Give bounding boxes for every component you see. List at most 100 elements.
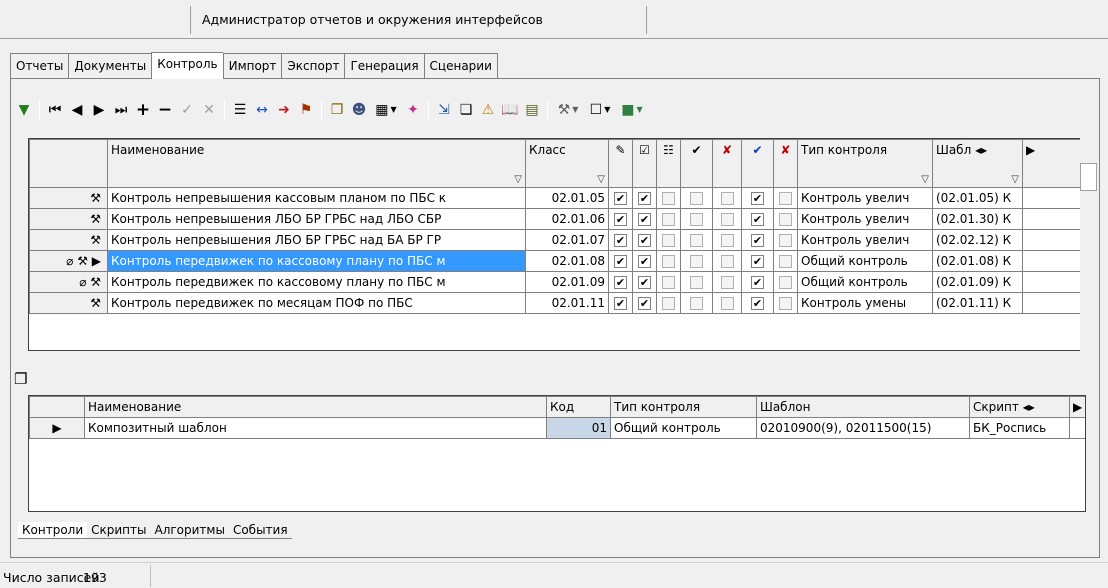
- table-row[interactable]: ⌀ ⚒ ▶ Контроль передвижек по кассовому пл…: [29, 250, 1085, 272]
- unchecked-checkbox[interactable]: [690, 234, 703, 247]
- tab-events[interactable]: События: [228, 522, 292, 539]
- table-row[interactable]: ⚒ Контроль передвижек по месяцам ПОФ по П…: [29, 292, 1085, 314]
- tab-controls[interactable]: Контроли: [18, 522, 88, 539]
- cell-type[interactable]: Общий контроль: [797, 271, 933, 293]
- unchecked-checkbox[interactable]: [779, 234, 792, 247]
- cell-name[interactable]: Контроль передвижек по кассовому плану п…: [107, 250, 526, 272]
- checked-checkbox[interactable]: ✔: [614, 234, 627, 247]
- column-header-class[interactable]: Класс ▽: [525, 139, 609, 188]
- add-record-icon[interactable]: +: [132, 99, 154, 121]
- vertical-scrollbar-thumb[interactable]: [1080, 163, 1097, 191]
- tab-scripts[interactable]: Скрипты: [87, 522, 151, 539]
- link-icon[interactable]: ↔: [251, 99, 273, 121]
- cell-template[interactable]: (02.01.11) К: [932, 292, 1023, 314]
- column-header-template[interactable]: Шабл ◂▸ ▽: [932, 139, 1023, 188]
- tab-scenarios[interactable]: Сценарии: [423, 53, 498, 78]
- puzzle-icon[interactable]: ✦: [402, 99, 424, 121]
- unchecked-checkbox[interactable]: [690, 192, 703, 205]
- unchecked-checkbox[interactable]: [779, 297, 792, 310]
- unchecked-checkbox[interactable]: [662, 255, 675, 268]
- unchecked-checkbox[interactable]: [662, 297, 675, 310]
- unchecked-checkbox[interactable]: [779, 255, 792, 268]
- cell-name[interactable]: Контроль передвижек по месяцам ПОФ по ПБ…: [107, 292, 526, 314]
- cell-name[interactable]: Контроль непревышения кассовым планом по…: [107, 187, 526, 209]
- table-row[interactable]: ▶ Композитный шаблон 01 Общий контроль 0…: [29, 417, 1085, 439]
- unchecked-checkbox[interactable]: [779, 276, 792, 289]
- checked-checkbox[interactable]: ✔: [638, 276, 651, 289]
- column-header-list-icon[interactable]: ☷: [656, 139, 681, 188]
- cell-class[interactable]: 02.01.06: [525, 208, 609, 230]
- cell-class[interactable]: 02.01.05: [525, 187, 609, 209]
- filter-funnel-icon[interactable]: ▽: [1011, 174, 1019, 185]
- cell-name[interactable]: Контроль передвижек по кассовому плану п…: [107, 271, 526, 293]
- tab-export[interactable]: Экспорт: [281, 53, 345, 78]
- cell-class[interactable]: 02.01.07: [525, 229, 609, 251]
- scroll-right-icon[interactable]: ▸: [981, 143, 987, 157]
- copy-icon[interactable]: ❐: [326, 99, 348, 121]
- cell-name[interactable]: Контроль непревышения ЛБО БР ГРБС над БА…: [107, 229, 526, 251]
- last-record-icon[interactable]: ⏭: [110, 99, 132, 121]
- column-header-edit-icon[interactable]: ✎: [608, 139, 633, 188]
- table-row[interactable]: ⚒ Контроль непревышения кассовым планом п…: [29, 187, 1085, 209]
- filter-funnel-icon[interactable]: ▽: [597, 174, 605, 185]
- header-arrow-icon[interactable]: ▶: [1069, 396, 1085, 418]
- cell-code[interactable]: 01: [546, 417, 611, 439]
- unchecked-checkbox[interactable]: [720, 297, 734, 310]
- table-row[interactable]: ⌀ ⚒ Контроль передвижек по кассовому план…: [29, 271, 1085, 293]
- unchecked-checkbox[interactable]: [690, 276, 703, 289]
- checked-checkbox[interactable]: ✔: [751, 255, 764, 268]
- unchecked-checkbox[interactable]: [720, 276, 734, 289]
- unchecked-checkbox[interactable]: [720, 234, 734, 247]
- header-arrow-icon[interactable]: ▶: [1022, 139, 1085, 188]
- edit-record-icon[interactable]: ✓: [176, 99, 198, 121]
- unchecked-checkbox[interactable]: [720, 213, 734, 226]
- checked-checkbox[interactable]: ✔: [638, 192, 651, 205]
- filter-funnel-icon[interactable]: ▽: [514, 174, 522, 185]
- cell-type[interactable]: Контроль увелич: [797, 187, 933, 209]
- checked-checkbox[interactable]: ✔: [614, 192, 627, 205]
- unchecked-checkbox[interactable]: [690, 255, 703, 268]
- tab-algorithms[interactable]: Алгоритмы: [150, 522, 229, 539]
- book-icon[interactable]: 📖: [499, 99, 521, 121]
- unchecked-checkbox[interactable]: [779, 192, 792, 205]
- cell-type[interactable]: Общий контроль: [797, 250, 933, 272]
- table-row[interactable]: ⚒ Контроль непревышения ЛБО БР ГРБС над Б…: [29, 229, 1085, 251]
- tab-documents[interactable]: Документы: [68, 53, 152, 78]
- unchecked-checkbox[interactable]: [662, 213, 675, 226]
- column-header-script[interactable]: Скрипт ◂▸: [969, 396, 1070, 418]
- unchecked-checkbox[interactable]: [720, 192, 734, 205]
- delete-record-icon[interactable]: −: [154, 99, 176, 121]
- unchecked-checkbox[interactable]: [690, 297, 703, 310]
- warning-icon[interactable]: ⚠: [477, 99, 499, 121]
- column-header-type[interactable]: Тип контроля ▽: [797, 139, 933, 188]
- column-header-name[interactable]: Наименование: [84, 396, 547, 418]
- checked-checkbox[interactable]: ✔: [751, 297, 764, 310]
- checked-checkbox[interactable]: ✔: [614, 276, 627, 289]
- column-header-checkbox-icon[interactable]: ☑: [632, 139, 657, 188]
- scroll-right-icon[interactable]: ▸: [1029, 400, 1035, 414]
- cell-template[interactable]: (02.02.12) К: [932, 229, 1023, 251]
- tab-import[interactable]: Импорт: [222, 53, 282, 78]
- cell-template[interactable]: (02.01.08) К: [932, 250, 1023, 272]
- column-header-check-red-icon[interactable]: ✘: [712, 139, 742, 188]
- hammer-icon[interactable]: ⚒ ▼: [552, 99, 584, 121]
- unchecked-checkbox[interactable]: [662, 192, 675, 205]
- cell-type[interactable]: Контроль умены: [797, 292, 933, 314]
- checked-checkbox[interactable]: ✔: [751, 192, 764, 205]
- column-header-type[interactable]: Тип контроля: [610, 396, 757, 418]
- export-icon[interactable]: ➜: [273, 99, 295, 121]
- checked-checkbox[interactable]: ✔: [638, 213, 651, 226]
- cell-template[interactable]: (02.01.09) К: [932, 271, 1023, 293]
- next-record-icon[interactable]: ▶: [88, 99, 110, 121]
- cube-icon[interactable]: ■ ▼: [616, 99, 648, 121]
- checked-checkbox[interactable]: ✔: [638, 234, 651, 247]
- flag-icon[interactable]: ⚑: [295, 99, 317, 121]
- column-header-template[interactable]: Шаблон: [756, 396, 970, 418]
- filter-funnel-icon[interactable]: ▽: [921, 174, 929, 185]
- column-header-check-blue-icon[interactable]: ✔: [741, 139, 774, 188]
- list-icon[interactable]: ☰: [229, 99, 251, 121]
- cell-name[interactable]: Композитный шаблон: [84, 417, 547, 439]
- unchecked-checkbox[interactable]: [662, 234, 675, 247]
- cell-name[interactable]: Контроль непревышения ЛБО БР ГРБС над ЛБ…: [107, 208, 526, 230]
- cell-template[interactable]: (02.01.05) К: [932, 187, 1023, 209]
